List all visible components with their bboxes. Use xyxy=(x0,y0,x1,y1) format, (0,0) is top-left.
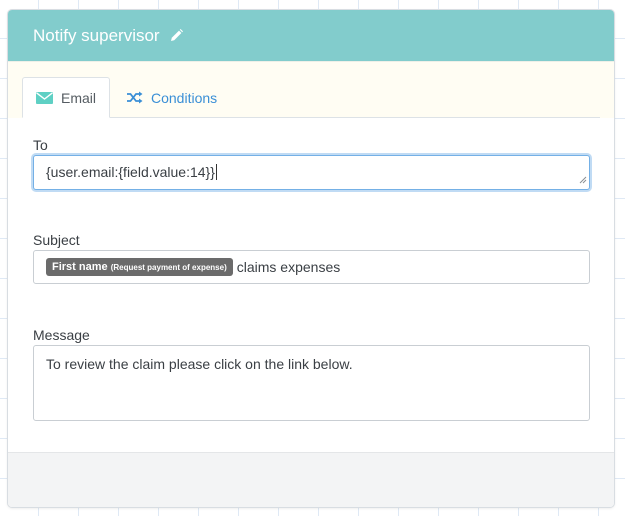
action-card: Notify supervisor Email Conditions To {u… xyxy=(8,10,614,507)
action-title: Notify supervisor xyxy=(33,25,160,45)
field-token-name: First name xyxy=(52,261,108,273)
field-token-context: (Request payment of expense) xyxy=(110,263,227,272)
envelope-icon xyxy=(35,91,61,104)
subject-text: claims expenses xyxy=(236,259,341,275)
tab-conditions[interactable]: Conditions xyxy=(126,77,217,118)
resize-grip-icon[interactable] xyxy=(579,171,587,187)
tab-email-label: Email xyxy=(60,89,96,106)
to-value: {user.email:{field.value:14}} xyxy=(46,164,215,180)
field-token[interactable]: First name (Request payment of expense) xyxy=(46,258,233,276)
card-footer xyxy=(8,452,614,507)
tab-bar: Email Conditions xyxy=(8,61,614,118)
tab-email[interactable]: Email xyxy=(22,77,110,118)
shuffle-icon xyxy=(126,91,151,104)
text-caret xyxy=(215,164,217,180)
card-header: Notify supervisor xyxy=(8,10,614,61)
tab-conditions-label: Conditions xyxy=(151,89,218,106)
message-field[interactable]: To review the claim please click on the … xyxy=(33,345,590,421)
subject-field[interactable]: First name (Request payment of expense) … xyxy=(33,250,590,284)
pencil-icon[interactable] xyxy=(170,29,183,42)
message-value: To review the claim please click on the … xyxy=(46,356,353,372)
message-label: Message xyxy=(33,327,90,343)
subject-label: Subject xyxy=(33,232,80,248)
to-field[interactable]: {user.email:{field.value:14}} xyxy=(33,155,590,190)
to-label: To xyxy=(33,137,48,153)
